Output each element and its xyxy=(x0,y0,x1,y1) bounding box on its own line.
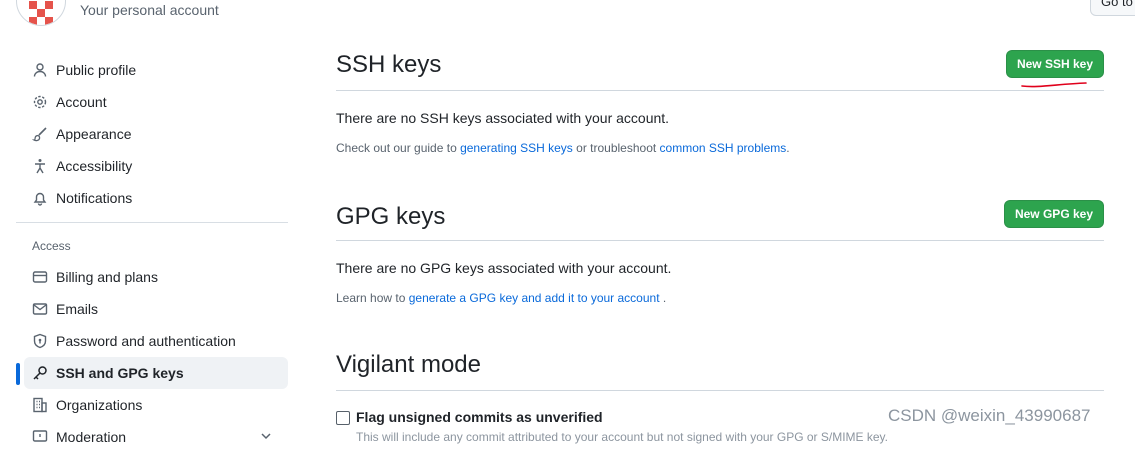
gpg-keys-header: GPG keys New GPG key xyxy=(336,196,1104,241)
chevron-down-icon[interactable] xyxy=(260,430,272,442)
sidebar-item-billing[interactable]: Billing and plans xyxy=(16,261,288,293)
sidebar-item-accessibility[interactable]: Accessibility xyxy=(16,150,288,182)
paintbrush-icon xyxy=(32,127,47,142)
new-ssh-key-button[interactable]: New SSH key xyxy=(1006,50,1104,78)
sidebar-item-label: Appearance xyxy=(56,126,132,142)
avatar[interactable] xyxy=(16,0,66,26)
sidebar-item-label: Password and authentication xyxy=(56,333,236,349)
sidebar-item-password[interactable]: Password and authentication xyxy=(16,325,288,357)
settings-sidebar: Public profile Account Appearance Access… xyxy=(16,54,288,453)
flag-unsigned-commits-checkbox[interactable] xyxy=(336,411,350,425)
mail-icon xyxy=(32,303,48,315)
red-underline-annotation xyxy=(1021,82,1087,88)
gpg-empty-message: There are no GPG keys associated with yo… xyxy=(336,260,672,276)
key-icon xyxy=(33,366,47,380)
csdn-watermark: CSDN @weixin_43990687 xyxy=(888,406,1091,425)
ssh-keys-title: SSH keys xyxy=(336,51,442,78)
sidebar-item-ssh-gpg-keys[interactable]: SSH and GPG keys xyxy=(16,357,288,389)
organization-icon xyxy=(33,397,47,413)
sidebar-item-organizations[interactable]: Organizations xyxy=(16,389,288,421)
sidebar-item-label: SSH and GPG keys xyxy=(56,365,184,381)
shield-lock-icon xyxy=(33,333,47,349)
goto-profile-button[interactable]: Go to xyxy=(1090,0,1135,16)
sidebar-item-label: Moderation xyxy=(56,429,127,445)
sidebar-item-moderation[interactable]: Moderation xyxy=(16,421,288,453)
vigilant-mode-title: Vigilant mode xyxy=(336,351,481,378)
sidebar-section-heading: Access xyxy=(32,239,71,253)
sidebar-item-notifications[interactable]: Notifications xyxy=(16,182,288,214)
sidebar-item-label: Billing and plans xyxy=(56,269,158,285)
new-gpg-key-button[interactable]: New GPG key xyxy=(1004,200,1104,228)
ssh-help-note: Check out our guide to generating SSH ke… xyxy=(336,141,790,155)
ssh-keys-header: SSH keys New SSH key xyxy=(336,46,1104,91)
person-icon xyxy=(33,63,47,77)
gpg-help-note: Learn how to generate a GPG key and add … xyxy=(336,291,667,305)
sidebar-item-label: Organizations xyxy=(56,397,143,413)
sidebar-divider xyxy=(16,222,288,223)
sidebar-item-account[interactable]: Account xyxy=(16,86,288,118)
generating-ssh-keys-link[interactable]: generating SSH keys xyxy=(460,141,573,155)
gpg-keys-title: GPG keys xyxy=(336,203,446,230)
vigilant-mode-header: Vigilant mode xyxy=(336,346,1104,391)
generate-gpg-key-link[interactable]: generate a GPG key and add it to your ac… xyxy=(409,291,660,305)
sidebar-item-label: Notifications xyxy=(56,190,133,206)
accessibility-icon xyxy=(35,159,45,174)
ssh-empty-message: There are no SSH keys associated with yo… xyxy=(336,110,670,126)
report-icon xyxy=(32,430,48,442)
sidebar-item-label: Emails xyxy=(56,301,99,317)
credit-card-icon xyxy=(32,271,48,283)
account-subtitle: Your personal account xyxy=(80,2,219,18)
sidebar-item-appearance[interactable]: Appearance xyxy=(16,118,288,150)
sidebar-item-public-profile[interactable]: Public profile xyxy=(16,54,288,86)
bell-icon xyxy=(33,192,47,206)
common-ssh-problems-link[interactable]: common SSH problems xyxy=(660,141,787,155)
sidebar-item-label: Accessibility xyxy=(56,158,133,174)
flag-unsigned-commits-label[interactable]: Flag unsigned commits as unverified xyxy=(356,409,603,425)
sidebar-item-label: Public profile xyxy=(56,62,137,78)
gear-icon xyxy=(33,95,47,109)
vigilant-description: This will include any commit attributed … xyxy=(356,430,889,444)
sidebar-item-label: Account xyxy=(56,94,107,110)
sidebar-item-emails[interactable]: Emails xyxy=(16,293,288,325)
